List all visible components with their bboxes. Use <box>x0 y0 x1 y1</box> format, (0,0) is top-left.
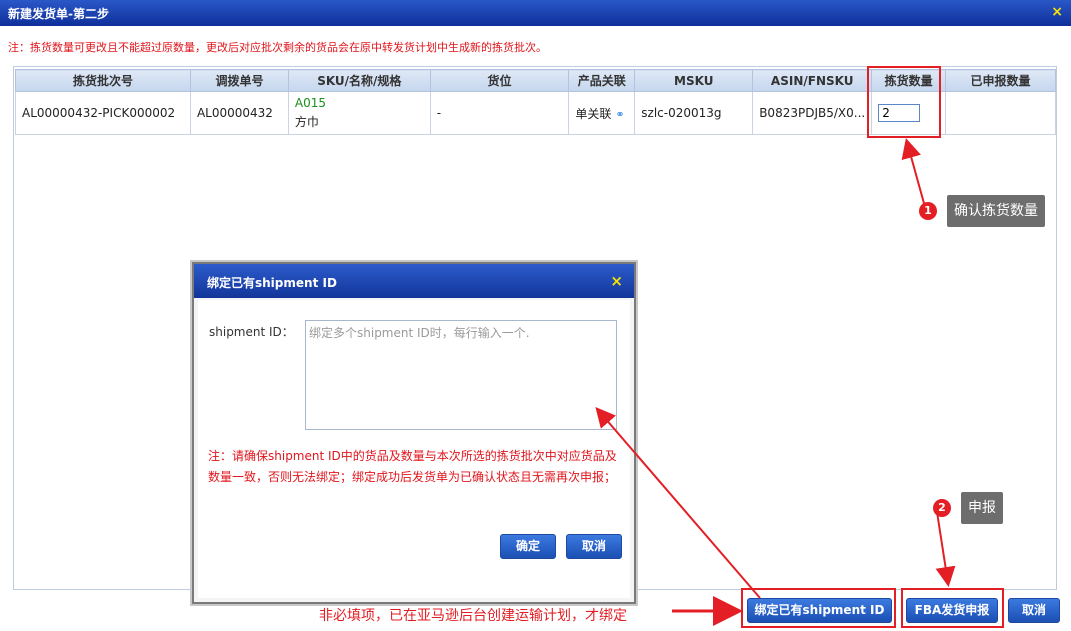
cell-batch-no: AL00000432-PICK000002 <box>15 91 191 135</box>
dialog-confirm-button[interactable]: 确定 <box>500 534 556 559</box>
col-asin: ASIN/FNSKU <box>752 69 873 92</box>
link-icon[interactable]: ⚭ <box>615 108 624 121</box>
col-transfer-no: 调拨单号 <box>189 69 289 92</box>
window-title: 新建发货单-第二步 <box>8 7 109 21</box>
dialog-note: 注：请确保shipment ID中的货品及数量与本次所选的拣货批次中对应货品及数… <box>208 449 617 484</box>
sku-code-link[interactable]: A015 <box>295 96 424 110</box>
cell-relation: 单关联 ⚭ <box>568 91 636 135</box>
step-2-callout: 申报 <box>961 492 1003 524</box>
cell-asin: B0823PDJB5/X0... <box>752 91 873 135</box>
col-declared-qty: 已申报数量 <box>945 69 1056 92</box>
sku-name: 方巾 <box>294 115 319 129</box>
shipment-id-textarea[interactable] <box>305 320 617 430</box>
col-sku: SKU/名称/规格 <box>287 69 431 92</box>
cancel-button[interactable]: 取消 <box>1008 598 1060 623</box>
col-msku: MSKU <box>634 69 754 92</box>
dialog-title-bar: 绑定已有shipment ID × <box>194 264 634 298</box>
cell-transfer-no: AL00000432 <box>189 91 289 135</box>
step-2-badge: 2 <box>933 499 951 517</box>
shipment-id-label: shipment ID： <box>209 325 294 339</box>
window-title-bar: 新建发货单-第二步 × <box>0 0 1071 26</box>
step-1-callout: 确认拣货数量 <box>947 195 1045 227</box>
cell-msku: szlc-020013g <box>634 91 754 135</box>
dialog-cancel-button[interactable]: 取消 <box>566 534 622 559</box>
bind-shipment-dialog: 绑定已有shipment ID × shipment ID： 注：请确保ship… <box>192 262 636 604</box>
cell-location: - <box>429 91 570 135</box>
col-location: 货位 <box>429 69 570 92</box>
dialog-body: shipment ID： 注：请确保shipment ID中的货品及数量与本次所… <box>198 300 630 598</box>
dialog-close-icon[interactable]: × <box>610 272 623 290</box>
window-close-icon[interactable]: × <box>1051 4 1063 20</box>
relation-label: 单关联 <box>575 106 612 121</box>
pick-qty-highlight-box <box>867 66 941 138</box>
cell-sku: A015 方巾 <box>287 91 431 135</box>
dialog-title: 绑定已有shipment ID <box>207 276 337 290</box>
col-relation: 产品关联 <box>568 69 636 92</box>
cell-declared-qty <box>945 91 1056 135</box>
fba-button-highlight-box <box>901 588 1004 628</box>
pick-quantity-note: 注：拣货数量可更改且不能超过原数量，更改后对应批次剩余的货品会在原中转发货计划中… <box>8 41 547 54</box>
step-1-badge: 1 <box>919 202 937 220</box>
bind-button-highlight-box <box>741 588 896 628</box>
optional-bind-annotation: 非必填项，已在亚马逊后台创建运输计划，才绑定 <box>319 608 627 624</box>
col-batch-no: 拣货批次号 <box>15 69 191 92</box>
